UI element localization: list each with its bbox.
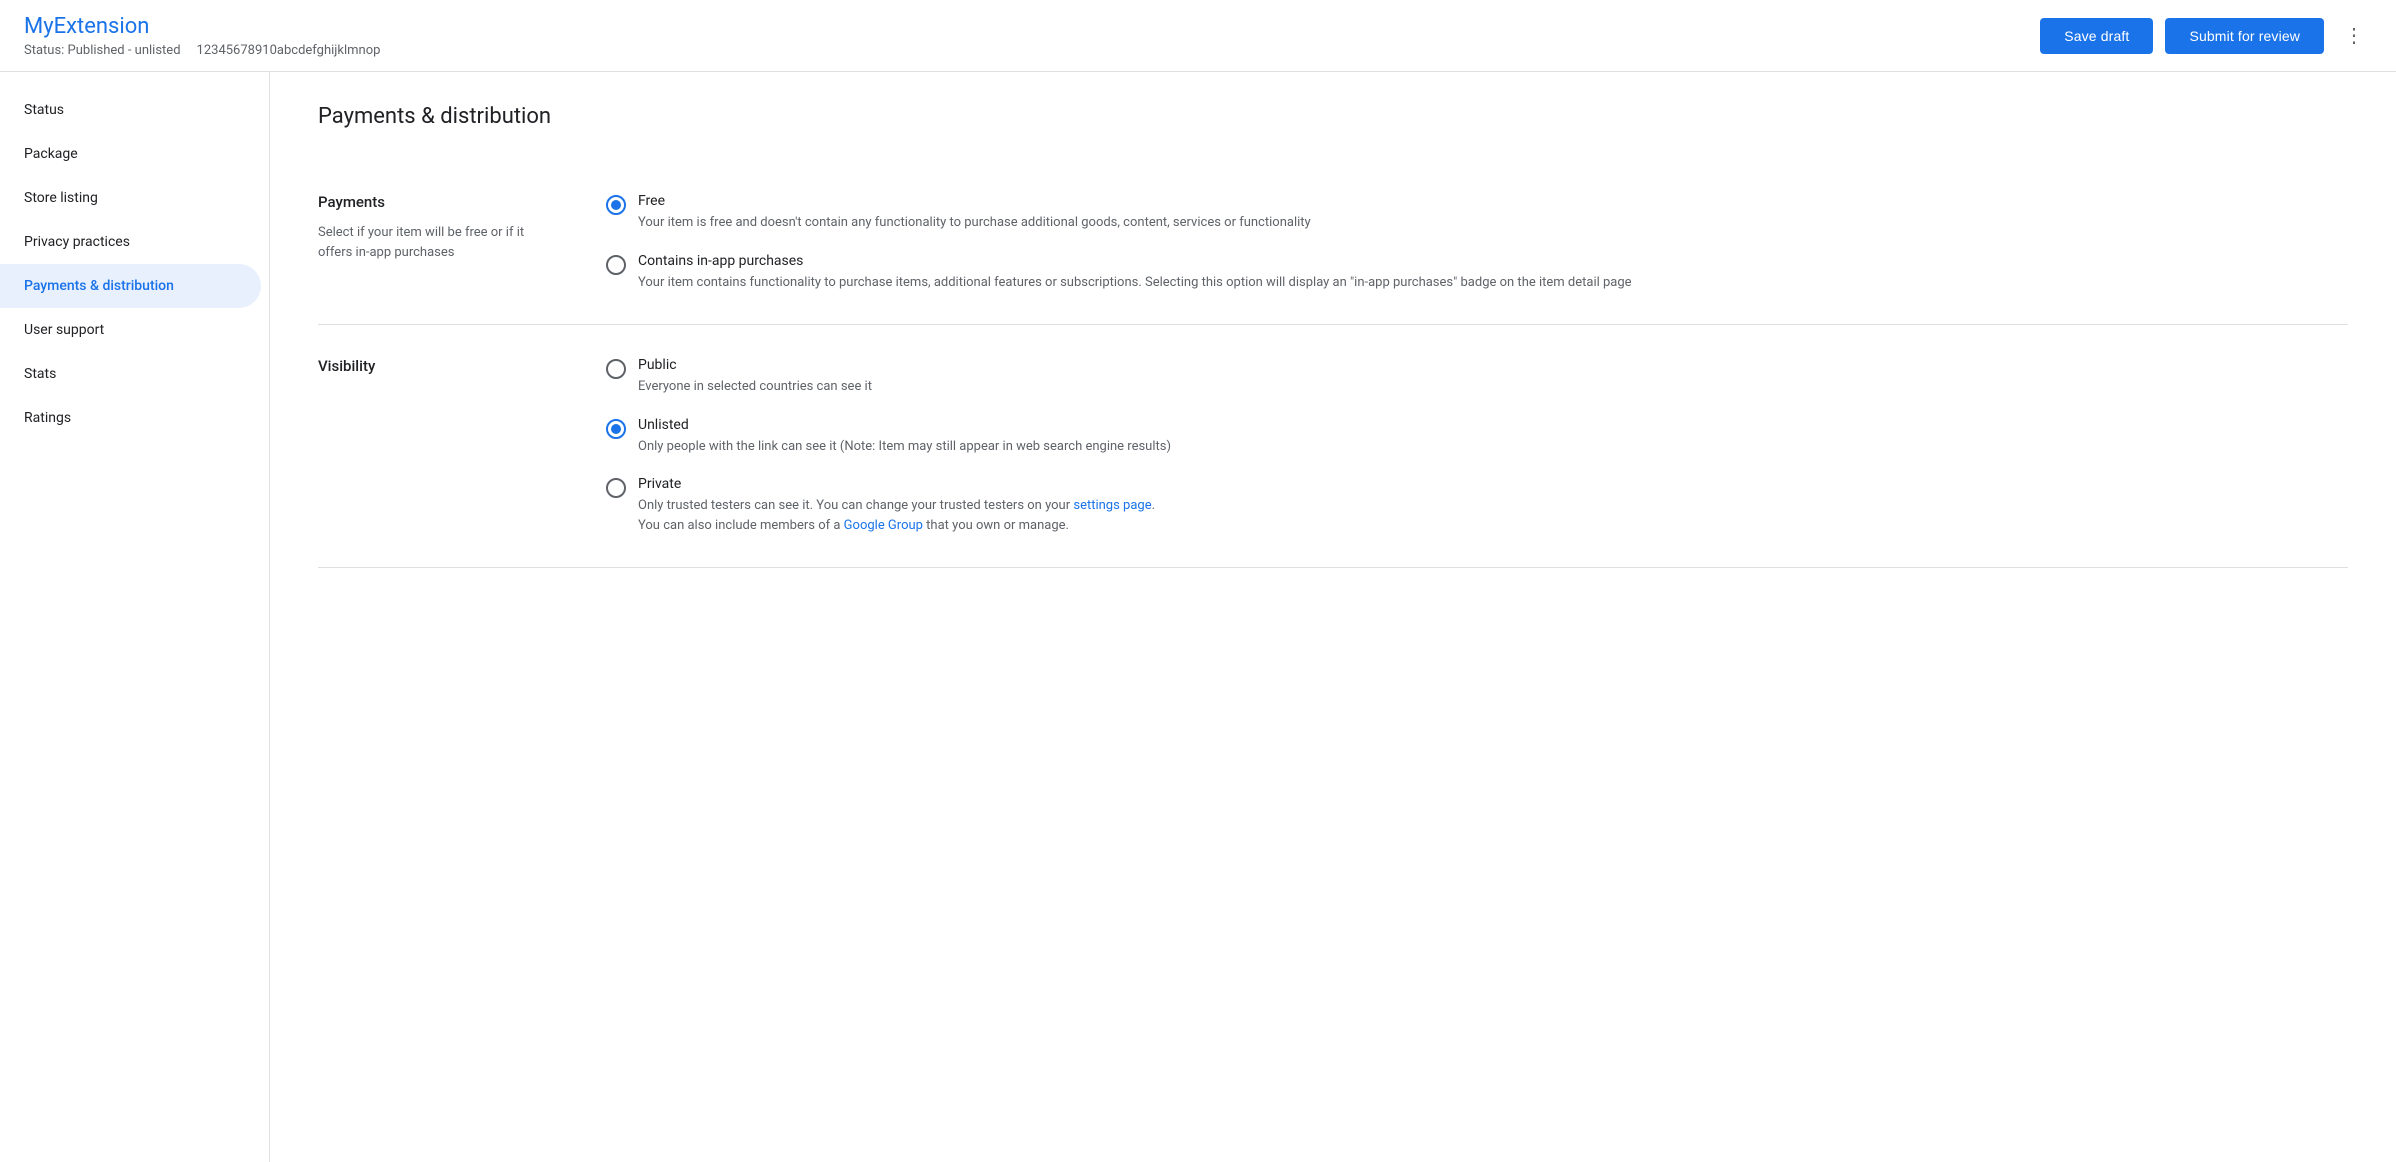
visibility-unlisted-desc: Only people with the link can see it (No…	[638, 437, 1171, 457]
sidebar-item-store-listing[interactable]: Store listing	[0, 176, 261, 220]
visibility-public-desc: Everyone in selected countries can see i…	[638, 377, 872, 397]
visibility-unlisted-option: Unlisted Only people with the link can s…	[606, 417, 2348, 457]
sidebar: Status Package Store listing Privacy pra…	[0, 72, 270, 1162]
visibility-private-text: Private Only trusted testers can see it.…	[638, 476, 1155, 535]
sidebar-item-package[interactable]: Package	[0, 132, 261, 176]
app-meta: Status: Published - unlisted 12345678910…	[24, 43, 2040, 58]
more-options-button[interactable]: ⋮	[2336, 15, 2372, 56]
payments-inapp-desc: Your item contains functionality to purc…	[638, 273, 1632, 293]
sidebar-item-privacy-practices[interactable]: Privacy practices	[0, 220, 261, 264]
private-desc-middle: .	[1152, 498, 1155, 513]
payments-inapp-radio[interactable]	[606, 255, 626, 275]
app-title: MyExtension	[24, 13, 2040, 42]
visibility-heading: Visibility	[318, 357, 558, 375]
header-actions: Save draft Submit for review ⋮	[2040, 15, 2372, 56]
more-icon: ⋮	[2344, 23, 2364, 48]
visibility-private-desc-line1: Only trusted testers can see it. You can…	[638, 496, 1155, 516]
layout: Status Package Store listing Privacy pra…	[0, 72, 2396, 1162]
google-group-link[interactable]: Google Group	[844, 518, 923, 533]
visibility-private-radio[interactable]	[606, 478, 626, 498]
visibility-section: Visibility Public Everyone in selected c…	[318, 325, 2348, 568]
submit-review-button[interactable]: Submit for review	[2165, 18, 2324, 54]
visibility-private-option: Private Only trusted testers can see it.…	[606, 476, 2348, 535]
visibility-options: Public Everyone in selected countries ca…	[606, 357, 2348, 535]
payments-free-desc: Your item is free and doesn't contain an…	[638, 213, 1311, 233]
save-draft-button[interactable]: Save draft	[2040, 18, 2153, 54]
visibility-public-option: Public Everyone in selected countries ca…	[606, 357, 2348, 397]
visibility-public-label: Public	[638, 357, 872, 373]
private-desc-prefix: Only trusted testers can see it. You can…	[638, 498, 1073, 513]
payments-free-text: Free Your item is free and doesn't conta…	[638, 193, 1311, 233]
main-content: Payments & distribution Payments Select …	[270, 72, 2396, 1162]
payments-description: Select if your item will be free or if i…	[318, 223, 558, 262]
payments-heading: Payments	[318, 193, 558, 211]
payments-free-option: Free Your item is free and doesn't conta…	[606, 193, 2348, 233]
sidebar-item-status[interactable]: Status	[0, 88, 261, 132]
payments-inapp-text: Contains in-app purchases Your item cont…	[638, 253, 1632, 293]
sidebar-item-ratings[interactable]: Ratings	[0, 396, 261, 440]
visibility-public-text: Public Everyone in selected countries ca…	[638, 357, 872, 397]
header: MyExtension Status: Published - unlisted…	[0, 0, 2396, 72]
header-left: MyExtension Status: Published - unlisted…	[24, 13, 2040, 59]
payments-options: Free Your item is free and doesn't conta…	[606, 193, 2348, 292]
visibility-unlisted-text: Unlisted Only people with the link can s…	[638, 417, 1171, 457]
visibility-label-area: Visibility	[318, 357, 558, 535]
sidebar-item-user-support[interactable]: User support	[0, 308, 261, 352]
payments-free-label: Free	[638, 193, 1311, 209]
visibility-unlisted-label: Unlisted	[638, 417, 1171, 433]
status-text: Status: Published - unlisted	[24, 43, 181, 58]
visibility-private-label: Private	[638, 476, 1155, 492]
private-desc-suffix: that you own or manage.	[923, 518, 1069, 533]
settings-page-link[interactable]: settings page	[1073, 498, 1151, 513]
visibility-unlisted-radio[interactable]	[606, 419, 626, 439]
payments-inapp-label: Contains in-app purchases	[638, 253, 1632, 269]
payments-section: Payments Select if your item will be fre…	[318, 161, 2348, 325]
payments-free-radio[interactable]	[606, 195, 626, 215]
sidebar-item-stats[interactable]: Stats	[0, 352, 261, 396]
sidebar-item-payments-distribution[interactable]: Payments & distribution	[0, 264, 261, 308]
visibility-private-desc-line2: You can also include members of a Google…	[638, 516, 1155, 536]
page-title: Payments & distribution	[318, 104, 2348, 129]
visibility-public-radio[interactable]	[606, 359, 626, 379]
extension-id: 12345678910abcdefghijklmnop	[197, 43, 381, 58]
payments-label-area: Payments Select if your item will be fre…	[318, 193, 558, 292]
private-desc-suffix-prefix: You can also include members of a	[638, 518, 844, 533]
payments-inapp-option: Contains in-app purchases Your item cont…	[606, 253, 2348, 293]
